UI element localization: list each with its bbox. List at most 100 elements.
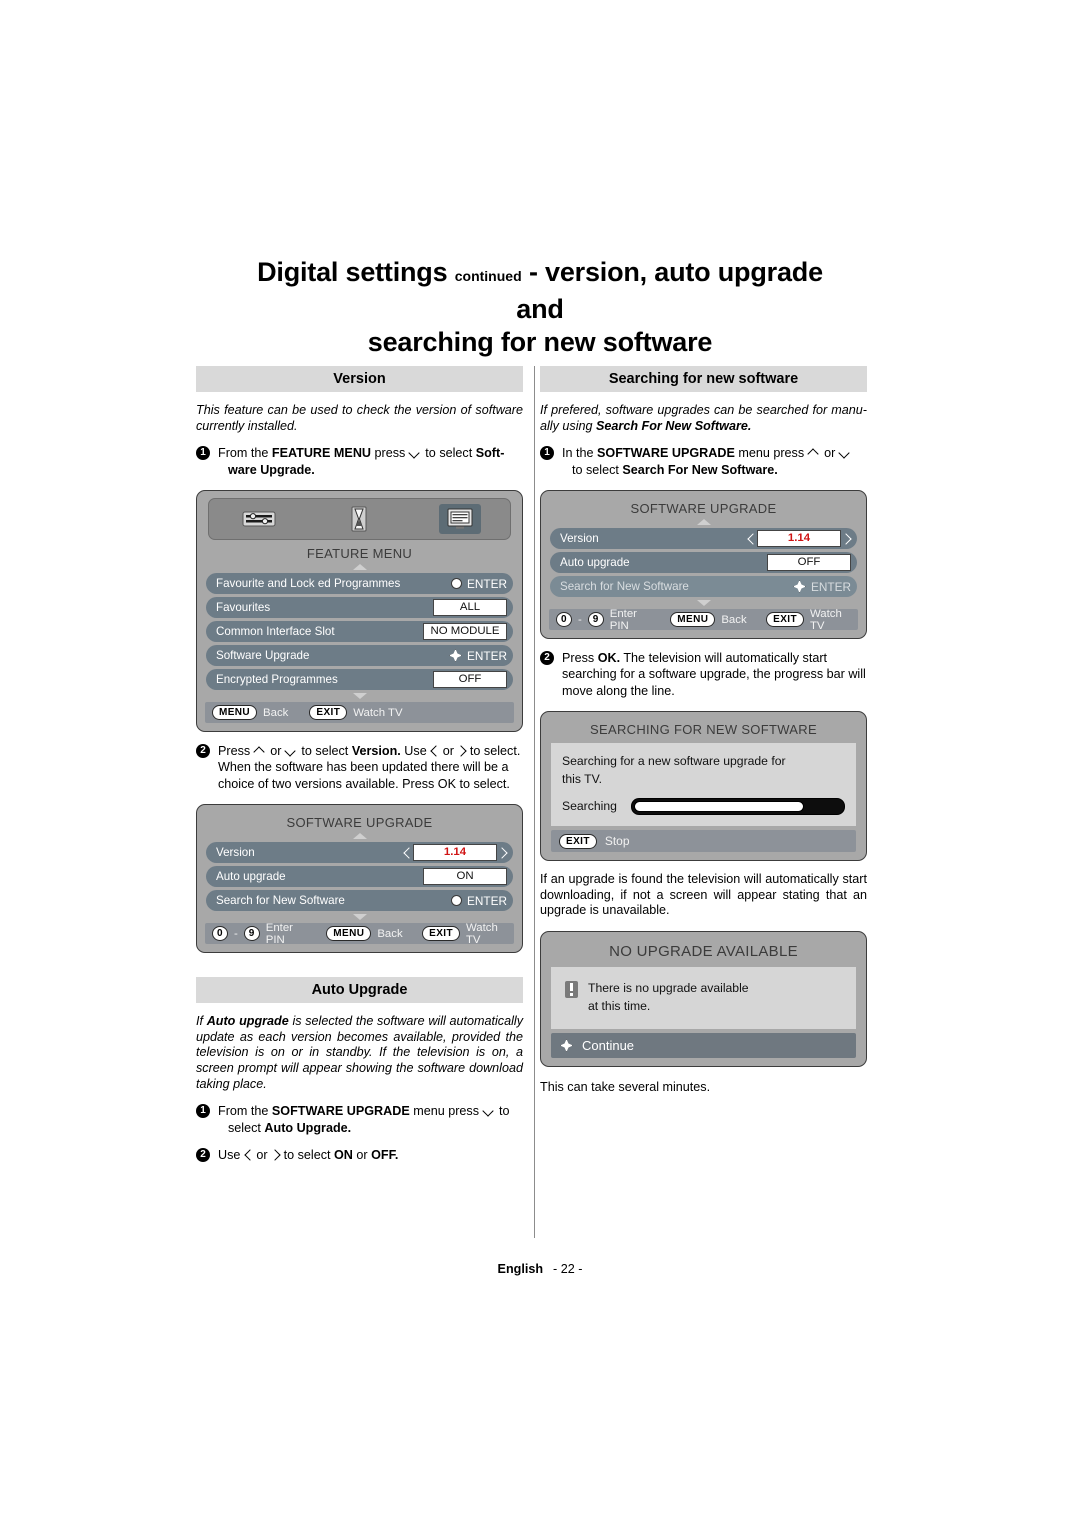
enter-affordance: ENTER [451, 577, 507, 591]
menu-row-value: ON [423, 868, 507, 886]
software-upgrade-osd-right: SOFTWARE UPGRADE Version 1.14 Auto upgra… [540, 490, 867, 639]
up-arrow-icon [808, 448, 821, 458]
version-step-1: 1 From the FEATURE MENU press to select … [196, 445, 523, 478]
step-bold-feature-menu: FEATURE MENU [271, 446, 372, 461]
step-text: In the [562, 446, 598, 461]
right-arrow-icon [457, 746, 466, 756]
step-text-3: to select [280, 1148, 335, 1162]
menu-row-label: Version [560, 532, 599, 545]
digit-0-key-badge[interactable]: 0 [556, 612, 572, 627]
intro-text-a: If [196, 1014, 207, 1029]
menu-key-label: Back [263, 706, 289, 719]
menu-row-common-interface-slot[interactable]: Common Interface Slot NO MODULE [206, 621, 513, 642]
menu-row-label: Common Interface Slot [216, 625, 335, 638]
stop-label: Stop [604, 834, 630, 849]
hourglass-icon[interactable] [338, 504, 380, 534]
page-title-continued: continued [454, 268, 522, 284]
section-heading-auto-upgrade: Auto Upgrade [196, 977, 523, 1004]
menu-row-value: ALL [433, 599, 507, 616]
menu-row-auto-upgrade[interactable]: Auto upgrade ON [206, 866, 513, 888]
left-arrow-icon [244, 1150, 253, 1160]
step-text-2: menu press [409, 1104, 483, 1119]
step-text-3: or [820, 446, 839, 461]
page-footer: English - 22 - [0, 1262, 1080, 1276]
menu-row-version[interactable]: Version 1.14 [550, 528, 857, 549]
page-title-line2: searching for new software [367, 327, 713, 357]
exclamation-icon [565, 981, 578, 998]
step-text-2: or [266, 744, 285, 758]
enter-affordance: ENTER [451, 894, 507, 908]
osd-title: NO UPGRADE AVAILABLE [609, 943, 798, 960]
menu-row-software-upgrade[interactable]: Software Upgrade ENTER [206, 645, 513, 666]
step-bold-software-upgrade: SOFTWARE UPGRADE [271, 1104, 410, 1119]
down-arrow-icon [409, 448, 422, 458]
step-text-3: to select [421, 446, 476, 461]
menu-row-auto-upgrade[interactable]: Auto upgrade OFF [550, 552, 857, 573]
section-heading-searching: Searching for new software [540, 366, 867, 392]
exit-key-badge[interactable]: EXIT [766, 612, 804, 627]
menu-row-value: 1.14 [757, 530, 841, 547]
step-bold-version: Version. [351, 744, 401, 758]
digit-9-key-badge[interactable]: 9 [243, 926, 260, 942]
menu-key-badge[interactable]: MENU [326, 926, 372, 942]
version-step-2: 2 Press or to select Version. Use or to … [196, 743, 523, 792]
osd-icon-bar [208, 498, 511, 540]
menu-row-value: 1.14 [413, 844, 497, 862]
no-upgrade-message-panel: There is no upgrade available at this ti… [551, 967, 856, 1029]
step-text: Press [218, 744, 254, 758]
step-text-4: Use [400, 744, 431, 758]
footer-page-number: - 22 - [553, 1262, 583, 1276]
digit-0-key-badge[interactable]: 0 [212, 926, 228, 942]
tv-screen-icon[interactable] [438, 504, 481, 534]
dpad-icon [560, 1039, 573, 1052]
spinner-right-arrow-icon[interactable] [498, 848, 507, 858]
settings-sliders-icon[interactable] [238, 504, 280, 534]
exit-key-badge[interactable]: EXIT [559, 833, 597, 849]
menu-row-search-new-software[interactable]: Search for New Software ENTER [550, 576, 857, 597]
spinner-left-arrow-icon[interactable] [747, 534, 756, 544]
progress-bar-fill [633, 800, 804, 812]
menu-row-label: Search for New Software [560, 580, 689, 593]
menu-row-label: Software Upgrade [216, 649, 310, 662]
menu-row-favourite-locked[interactable]: Favourite and Lock ed Programmes ENTER [206, 573, 513, 594]
digit-9-key-badge[interactable]: 9 [587, 612, 604, 627]
closing-text: This can take several minutes. [540, 1080, 711, 1094]
page-title-main: Digital settings [257, 257, 448, 287]
left-arrow-icon [430, 746, 439, 756]
step-text-3: to [495, 1104, 510, 1119]
menu-row-favourites[interactable]: Favourites ALL [206, 597, 513, 618]
step-number-badge: 2 [196, 744, 210, 758]
spinner-right-arrow-icon[interactable] [842, 534, 851, 544]
right-arrow-icon [271, 1150, 280, 1160]
dpad-icon [449, 649, 463, 662]
osd-bottom-bar: 0-9 Enter PIN MENU Back EXIT Watch TV [205, 922, 514, 946]
dot-icon [451, 578, 463, 589]
menu-row-version[interactable]: Version 1.14 [206, 842, 513, 864]
spinner-left-arrow-icon[interactable] [403, 848, 412, 858]
menu-row-value: ENTER [811, 579, 851, 594]
menu-row-value: NO MODULE [423, 623, 507, 640]
exit-key-badge[interactable]: EXIT [309, 705, 348, 720]
osd-title: SOFTWARE UPGRADE [630, 501, 777, 516]
step-text: From the [218, 446, 272, 461]
menu-row-search-new-software[interactable]: Search for New Software ENTER [206, 890, 513, 912]
exit-key-badge[interactable]: EXIT [422, 926, 460, 942]
menu-row-value: OFF [767, 554, 851, 571]
step-number-badge: 1 [196, 1104, 210, 1119]
step-text-4: or [352, 1148, 372, 1162]
footer-language: English [497, 1262, 544, 1276]
enter-affordance: ENTER [793, 580, 851, 594]
menu-row-encrypted-programmes[interactable]: Encrypted Programmes OFF [206, 669, 513, 690]
menu-row-value: ENTER [467, 576, 507, 591]
step-bold-software: Soft- [475, 446, 505, 461]
menu-key-badge[interactable]: MENU [212, 705, 258, 720]
osd-bottom-bar: 0-9 Enter PIN MENU Back EXIT Watch TV [549, 608, 858, 632]
continue-bar[interactable]: Continue [551, 1033, 856, 1058]
step-text-2: menu press [734, 446, 808, 461]
page-title: Digital settings continued - version, au… [230, 256, 850, 359]
right-column: Searching for new software If prefered, … [540, 366, 867, 1095]
menu-row-label: Auto upgrade [560, 556, 630, 569]
continue-label: Continue [582, 1038, 635, 1053]
menu-key-badge[interactable]: MENU [670, 612, 716, 627]
dot-icon [451, 895, 463, 907]
